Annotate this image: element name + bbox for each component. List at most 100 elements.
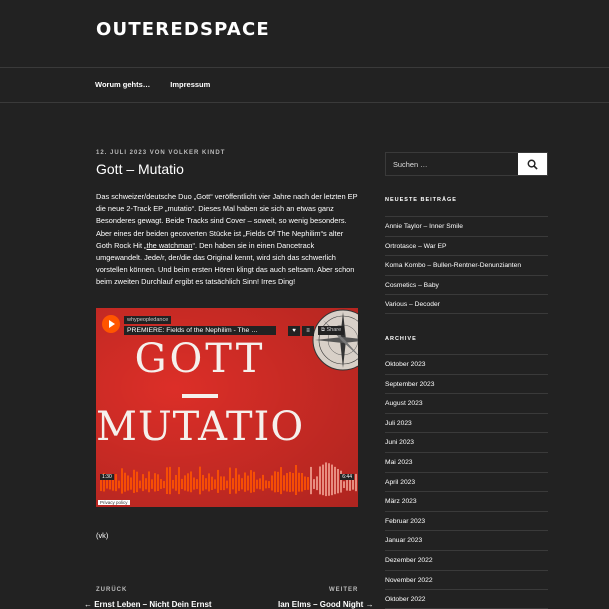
waveform-bar [199,466,201,495]
waveform-bar [301,473,303,492]
site-title[interactable]: OUTEREDSPACE [96,19,270,40]
waveform-bar [226,480,228,489]
archive-item[interactable]: Mai 2023 [385,451,548,472]
recent-post-item[interactable]: Ortrotasce – War EP [385,235,548,256]
heart-icon[interactable]: ♥ [288,326,300,336]
waveform-bar [286,473,288,492]
waveform[interactable] [96,458,358,498]
waveform-bar [256,479,258,489]
waveform-bar [337,468,339,494]
recent-post-item[interactable]: Annie Taylor – Inner Smile [385,216,548,236]
soundcloud-user[interactable]: whypeopledance [124,316,172,324]
post-body: Das schweizer/deutsche Duo „Gott“ veröff… [96,191,358,289]
nav-item-worum[interactable]: Worum gehts… [95,80,150,89]
archive-item[interactable]: September 2023 [385,373,548,394]
waveform-bar [268,481,270,489]
waveform-bar [343,481,345,489]
prev-post-link[interactable]: ← Ernst Leben – Nicht Dein Ernst [84,600,212,609]
archive-item[interactable]: Dezember 2022 [385,549,548,570]
waveform-bar [202,474,204,491]
play-icon[interactable] [102,315,120,333]
prev-post-label: ZURÜCK [96,587,128,593]
waveform-bar [265,480,267,489]
waveform-bar [166,467,168,494]
site-header: OUTEREDSPACE [0,0,609,67]
waveform-bar [124,472,126,492]
waveform-bar [193,477,195,490]
recent-post-item[interactable]: Various – Decoder [385,294,548,314]
share-button[interactable]: ⧉ Share [318,326,345,335]
waveform-bar [133,469,135,493]
waveform-bar [160,479,162,489]
waveform-bar [106,480,108,489]
waveform-bar [331,464,333,496]
waveform-bar [328,463,330,496]
waveform-bar [235,468,237,494]
nav-divider [0,102,609,103]
archive-item[interactable]: November 2022 [385,569,548,590]
search-form [385,152,548,176]
waveform-bar [355,473,357,492]
waveform-bar [181,478,183,490]
waveform-bar [277,471,279,493]
search-input[interactable] [386,153,519,175]
waveform-bar [190,471,192,493]
soundcloud-embed[interactable]: GOTT MUTATIO whypeopledance PREMIERE: Fi… [96,308,358,507]
search-button[interactable] [518,153,547,175]
recent-posts-title: NEUESTE BEITRÄGE [385,197,457,203]
archive-item[interactable]: Juli 2023 [385,412,548,433]
recent-posts-list: Annie Taylor – Inner Smile Ortrotasce – W… [385,216,548,314]
waveform-bar [310,466,312,495]
waveform-bar [145,478,147,490]
archive-item[interactable]: August 2023 [385,393,548,413]
waveform-bar [184,475,186,491]
waveform-bar [334,466,336,495]
waveform-bar [163,481,165,489]
time-total: 6:44 [340,474,354,480]
waveform-bar [118,480,120,489]
waveform-bar [142,474,144,492]
waveform-bar [244,472,246,492]
waveform-bar [154,473,156,492]
waveform-bar [196,479,198,489]
waveform-bar [172,479,174,489]
waveform-bar [304,476,306,491]
waveform-bar [151,479,153,489]
archive-item[interactable]: Februar 2023 [385,510,548,531]
post-title[interactable]: Gott – Mutatio [96,161,358,177]
next-post-link[interactable]: Ian Elms – Good Night → [278,600,374,609]
archive-item[interactable]: Januar 2023 [385,530,548,550]
waveform-bar [295,465,297,495]
archive-item[interactable]: Oktober 2022 [385,589,548,609]
next-post-label: WEITER [329,587,359,593]
waveform-bar [325,462,327,497]
archive-item[interactable]: März 2023 [385,491,548,511]
waveform-bar [220,476,222,491]
waveform-bar [322,464,324,496]
post: 12. JULI 2023 VON VOLKER KINDT Gott – Mu… [96,150,358,289]
recent-post-item[interactable]: Cosmetics – Baby [385,274,548,295]
archive-item[interactable]: Juni 2023 [385,432,548,452]
compass-illustration [312,309,358,371]
recent-post-item[interactable]: Koma Kombo – Bullen-Rentner-Denunzianten [385,255,548,275]
archive-item[interactable]: April 2023 [385,471,548,492]
waveform-bar [262,474,264,491]
waveform-bar [211,476,213,490]
cover-title-mutatio: MUTATIO [96,404,305,450]
waveform-bar [250,470,252,493]
waveform-bar [313,479,315,489]
waveform-bar [247,475,249,491]
waveform-bar [157,474,159,492]
waveform-bar [289,471,291,493]
nav-item-impressum[interactable]: Impressum [170,80,210,89]
post-signature: (vk) [96,531,109,540]
archive-item[interactable]: Oktober 2023 [385,354,548,374]
add-to-playlist-icon[interactable]: ≡ [302,326,314,336]
main-nav: Worum gehts… Impressum [95,80,210,89]
waveform-bar [136,471,138,493]
watchman-link[interactable]: the watchman [147,241,193,250]
waveform-bar [241,478,243,490]
waveform-bar [292,473,294,492]
soundcloud-track-title[interactable]: PREMIERE: Fields of the Nephilim - The … [124,326,276,335]
privacy-policy-link[interactable]: Privacy policy [98,500,130,505]
